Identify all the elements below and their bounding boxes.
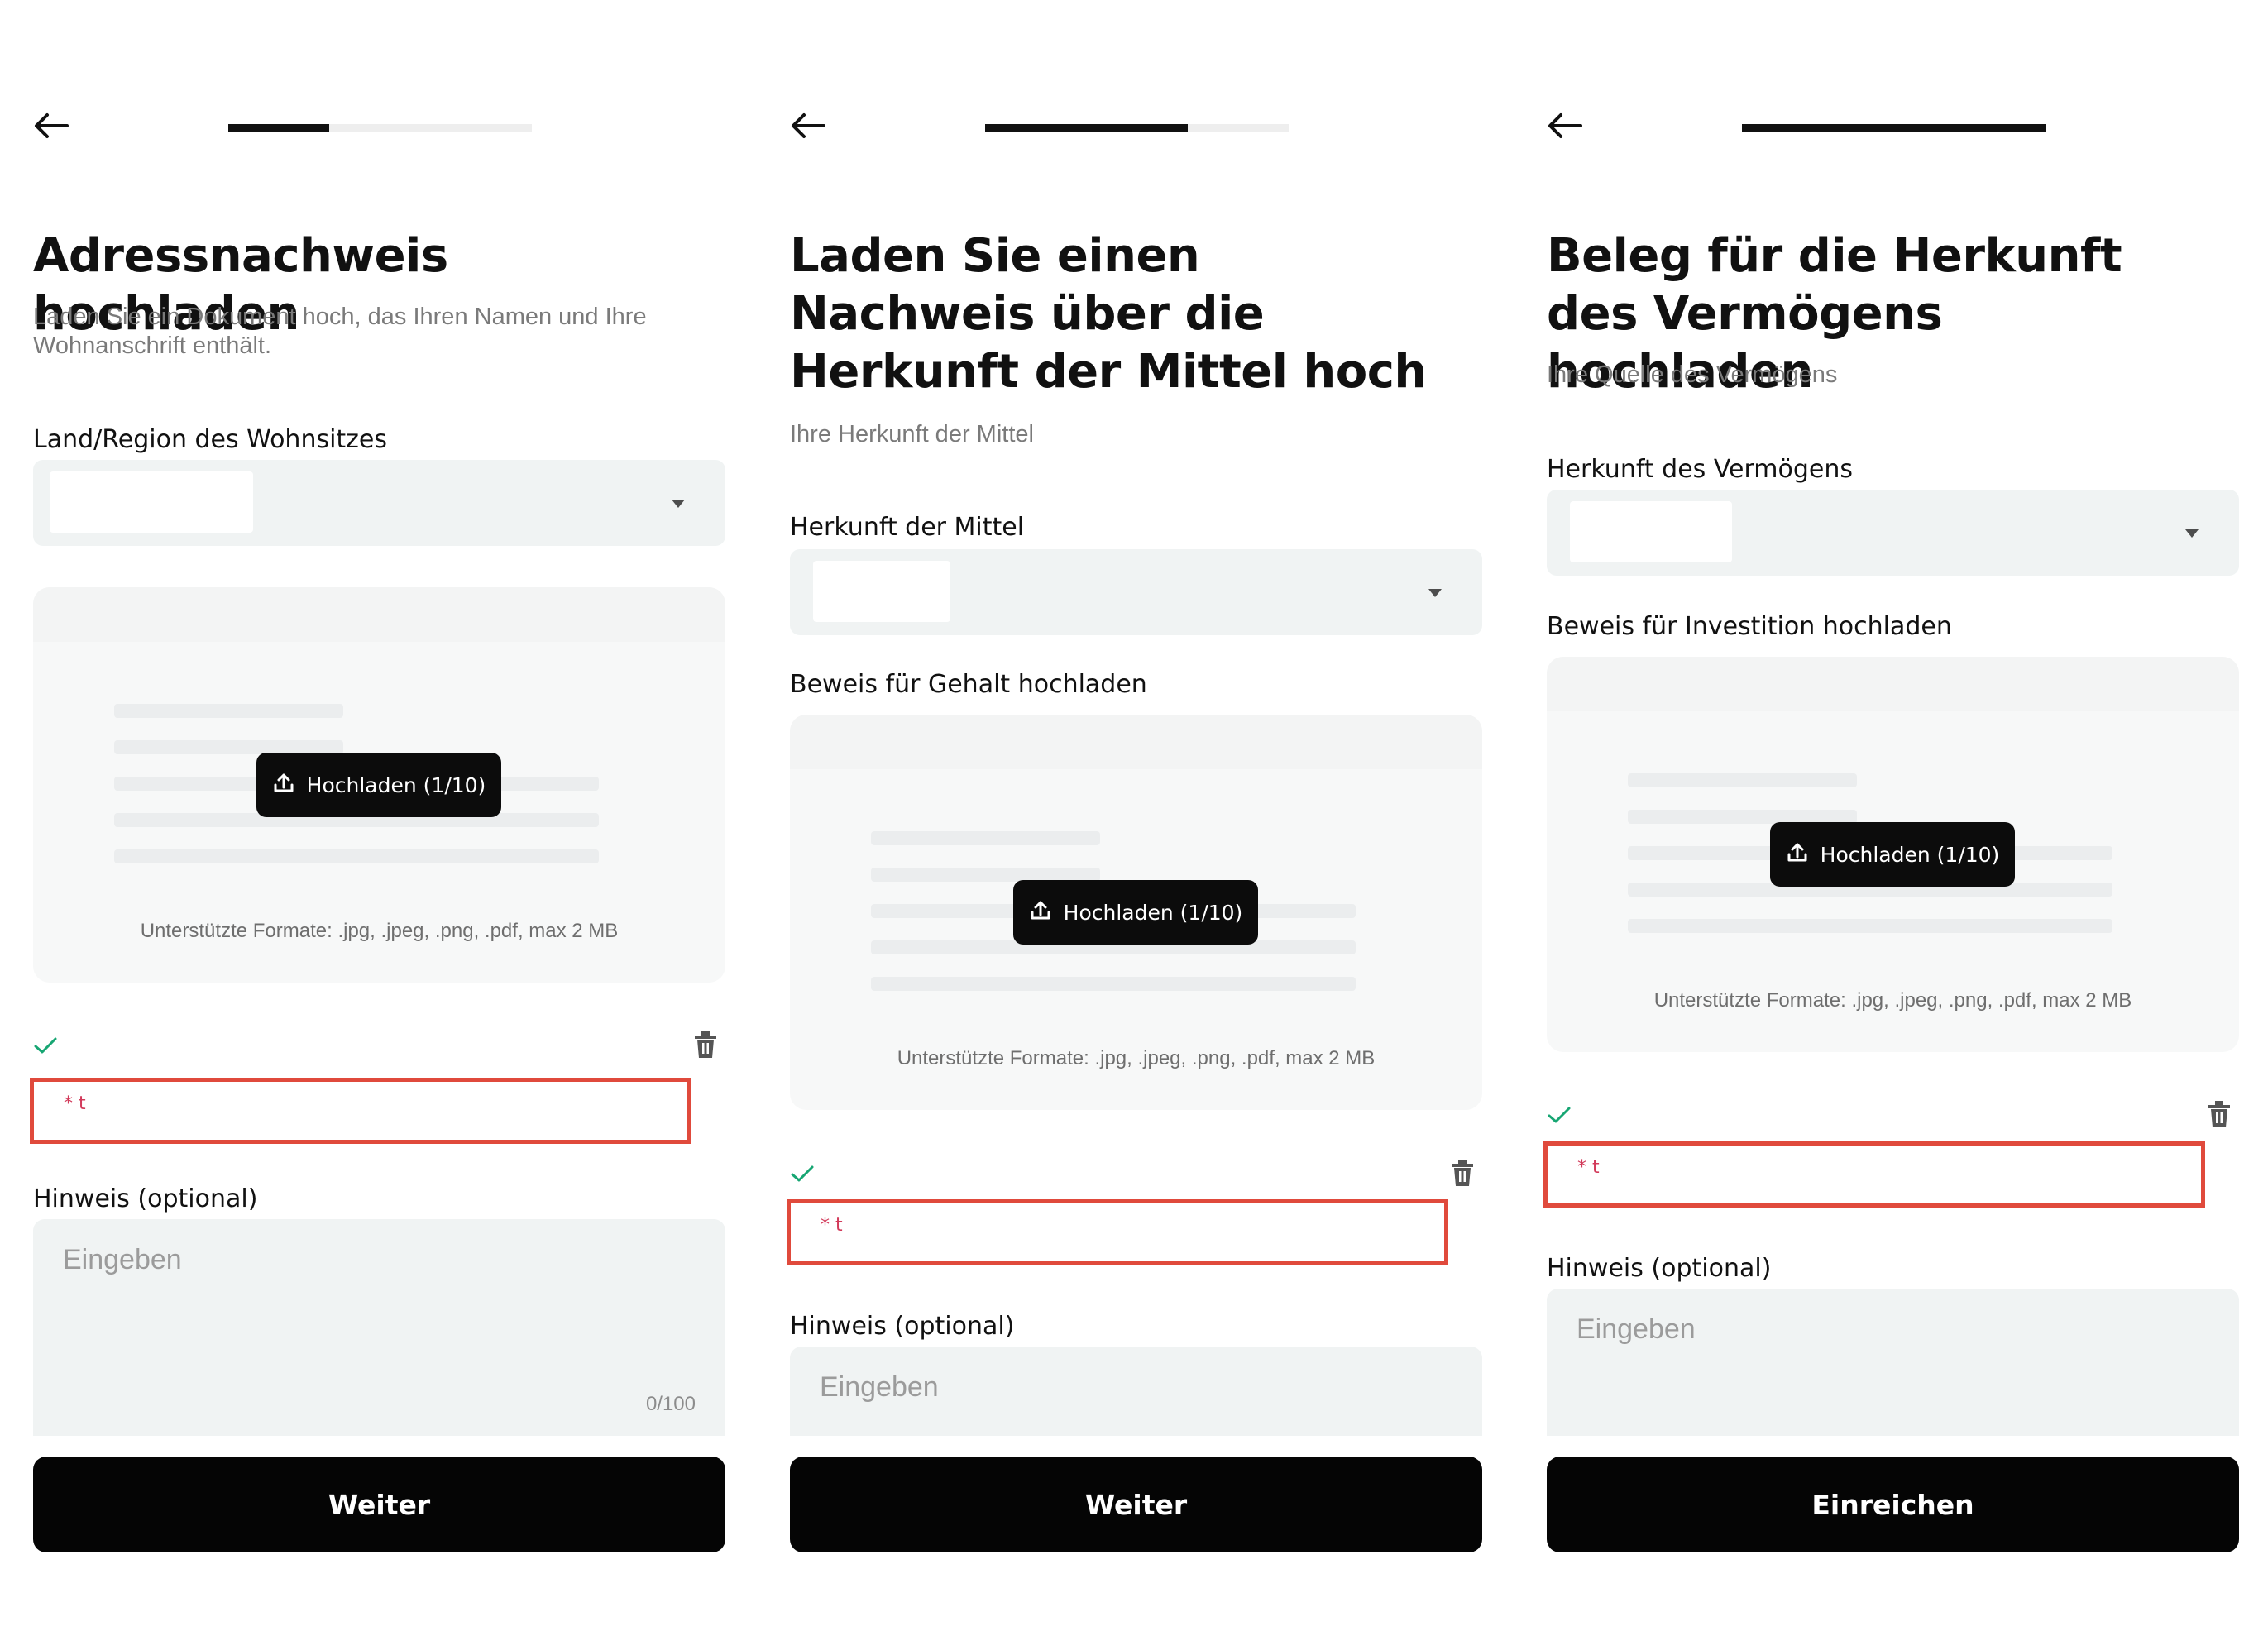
progress-fill bbox=[985, 124, 1188, 132]
skeleton-line bbox=[1628, 773, 1857, 787]
progress-bar bbox=[1742, 124, 2046, 132]
upload-dropzone[interactable]: Hochladen (1/10) Unterstützte Formate: .… bbox=[33, 587, 725, 983]
wealth-select[interactable] bbox=[1547, 490, 2239, 576]
caret-down-icon bbox=[671, 498, 686, 513]
skeleton-line bbox=[114, 704, 343, 718]
supported-formats: Unterstützte Formate: .jpg, .jpeg, .png,… bbox=[1653, 989, 2132, 1012]
redacted-value bbox=[1570, 501, 1732, 562]
note-textarea[interactable]: Eingeben 0/100 bbox=[33, 1219, 725, 1436]
arrow-left-icon bbox=[34, 112, 69, 143]
supported-formats: Unterstützte Formate: .jpg, .jpeg, .png,… bbox=[140, 920, 619, 942]
upload-dropzone[interactable]: Hochladen (1/10) Unterstützte Formate: .… bbox=[1547, 657, 2239, 1052]
screen-source-of-wealth: Beleg für die Herkunft des Vermögens hoc… bbox=[1514, 0, 2242, 1636]
upload-button[interactable]: Hochladen (1/10) bbox=[1770, 822, 2015, 887]
file-name-field[interactable]: * t bbox=[30, 1078, 691, 1144]
progress-bar bbox=[985, 124, 1289, 132]
continue-button[interactable]: Weiter bbox=[33, 1457, 725, 1552]
supported-formats: Unterstützte Formate: .jpg, .jpeg, .png,… bbox=[897, 1047, 1376, 1069]
back-button[interactable] bbox=[31, 108, 71, 147]
dropzone-header bbox=[1547, 657, 2239, 711]
file-name-field[interactable]: * t bbox=[787, 1199, 1448, 1265]
arrow-left-icon bbox=[1548, 112, 1582, 143]
upload-icon bbox=[1786, 840, 1809, 868]
screen-address-proof: Adressnachweis hochladen Laden Sie ein D… bbox=[0, 0, 728, 1636]
dropzone-header bbox=[790, 715, 1482, 769]
country-select-label: Land/Region des Wohnsitzes bbox=[33, 425, 388, 454]
caret-down-icon bbox=[2184, 528, 2199, 543]
note-label: Hinweis (optional) bbox=[790, 1312, 1015, 1341]
country-select[interactable] bbox=[33, 460, 725, 546]
upload-button[interactable]: Hochladen (1/10) bbox=[256, 753, 501, 817]
upload-label: Beweis für Gehalt hochladen bbox=[790, 670, 1147, 699]
upload-button-label: Hochladen (1/10) bbox=[306, 773, 486, 797]
note-placeholder: Eingeben bbox=[1577, 1313, 1696, 1345]
note-textarea[interactable]: Eingeben bbox=[1547, 1289, 2239, 1436]
skeleton-line bbox=[1628, 919, 2112, 933]
page-subtitle: Laden Sie ein Dokument hoch, das Ihren N… bbox=[33, 304, 647, 359]
funds-select[interactable] bbox=[790, 549, 1482, 635]
trash-icon[interactable] bbox=[693, 1031, 718, 1063]
back-button[interactable] bbox=[1545, 108, 1585, 147]
upload-dropzone[interactable]: Hochladen (1/10) Unterstützte Formate: .… bbox=[790, 715, 1482, 1110]
page-subtitle: Ihre Herkunft der Mittel bbox=[790, 421, 1034, 447]
check-icon bbox=[790, 1164, 815, 1188]
check-icon bbox=[1547, 1105, 1572, 1129]
caret-down-icon bbox=[1428, 587, 1443, 602]
continue-button[interactable]: Weiter bbox=[790, 1457, 1482, 1552]
upload-icon bbox=[1029, 898, 1052, 926]
funds-select-label: Herkunft der Mittel bbox=[790, 513, 1025, 542]
wealth-select-label: Herkunft des Vermögens bbox=[1547, 455, 1854, 484]
upload-button[interactable]: Hochladen (1/10) bbox=[1013, 880, 1258, 945]
page-title: Laden Sie einen Nachweis über die Herkun… bbox=[790, 229, 1427, 399]
file-name-field[interactable]: * t bbox=[1543, 1141, 2205, 1208]
upload-icon bbox=[272, 771, 295, 799]
note-placeholder: Eingeben bbox=[63, 1244, 182, 1275]
check-icon bbox=[33, 1036, 58, 1060]
note-textarea[interactable]: Eingeben bbox=[790, 1347, 1482, 1436]
progress-fill bbox=[228, 124, 329, 132]
submit-button[interactable]: Einreichen bbox=[1547, 1457, 2239, 1552]
skeleton-line bbox=[114, 849, 599, 863]
page-subtitle: Ihre Quelle des Vermögens bbox=[1547, 361, 1838, 388]
progress-fill bbox=[1742, 124, 2046, 132]
redacted-value bbox=[813, 561, 950, 622]
note-counter: 0/100 bbox=[645, 1393, 696, 1415]
note-label: Hinweis (optional) bbox=[1547, 1254, 1772, 1283]
progress-bar bbox=[228, 124, 532, 132]
upload-button-label: Hochladen (1/10) bbox=[1063, 900, 1243, 925]
upload-label: Beweis für Investition hochladen bbox=[1547, 612, 1952, 641]
redacted-value bbox=[50, 471, 253, 533]
required-marker: * t bbox=[64, 1093, 86, 1114]
note-placeholder: Eingeben bbox=[820, 1371, 939, 1403]
arrow-left-icon bbox=[791, 112, 825, 143]
trash-icon[interactable] bbox=[1450, 1159, 1475, 1191]
trash-icon[interactable] bbox=[2207, 1100, 2232, 1132]
skeleton-line bbox=[871, 831, 1100, 845]
note-label: Hinweis (optional) bbox=[33, 1184, 258, 1213]
screen-source-of-funds: Laden Sie einen Nachweis über die Herkun… bbox=[757, 0, 1485, 1636]
required-marker: * t bbox=[821, 1215, 843, 1236]
back-button[interactable] bbox=[788, 108, 828, 147]
upload-button-label: Hochladen (1/10) bbox=[1820, 842, 2000, 867]
skeleton-line bbox=[871, 977, 1356, 991]
required-marker: * t bbox=[1577, 1157, 1600, 1178]
dropzone-header bbox=[33, 587, 725, 642]
